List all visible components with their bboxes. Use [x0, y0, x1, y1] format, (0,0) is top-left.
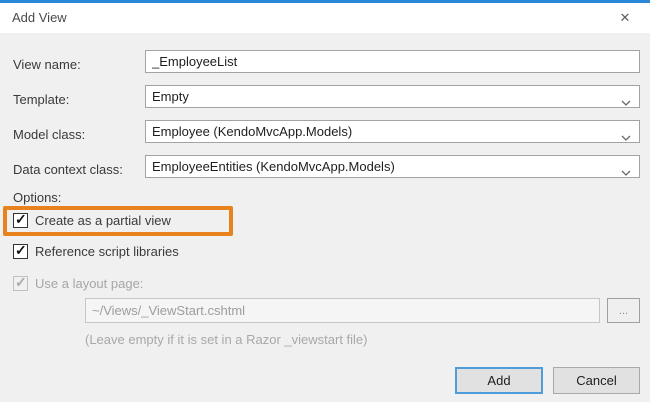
cancel-button-label: Cancel: [576, 373, 616, 388]
view-name-label: View name:: [13, 57, 81, 72]
create-partial-view-checkbox[interactable]: Create as a partial view: [13, 213, 171, 228]
use-layout-page-checkbox: Use a layout page:: [13, 276, 143, 291]
dialog-title: Add View: [12, 10, 67, 25]
reference-script-libraries-checkbox[interactable]: Reference script libraries: [13, 244, 179, 259]
model-class-label: Model class:: [13, 127, 85, 142]
template-selected-value: Empty: [152, 89, 189, 104]
options-label: Options:: [13, 190, 61, 205]
chevron-down-icon: [621, 94, 631, 109]
checkbox-checked-icon: [13, 244, 28, 259]
layout-page-hint: (Leave empty if it is set in a Razor _vi…: [85, 332, 368, 347]
chevron-down-icon: [621, 129, 631, 144]
data-context-class-label: Data context class:: [13, 162, 123, 177]
add-button-label: Add: [487, 373, 510, 388]
browse-button-label: ...: [619, 305, 628, 317]
use-layout-page-label: Use a layout page:: [35, 276, 143, 291]
view-name-input[interactable]: [145, 50, 640, 73]
data-context-class-dropdown[interactable]: EmployeeEntities (KendoMvcApp.Models): [145, 155, 640, 178]
data-context-selected-value: EmployeeEntities (KendoMvcApp.Models): [152, 159, 395, 174]
chevron-down-icon: [621, 164, 631, 179]
titlebar: Add View: [0, 0, 650, 33]
model-class-dropdown[interactable]: Employee (KendoMvcApp.Models): [145, 120, 640, 143]
cancel-button[interactable]: Cancel: [553, 367, 640, 394]
add-view-dialog: Add View View name: Template: Empty Mode…: [0, 0, 650, 402]
close-icon[interactable]: [608, 3, 642, 33]
add-button[interactable]: Add: [455, 367, 543, 394]
checkbox-checked-disabled-icon: [13, 276, 28, 291]
reference-script-libraries-label: Reference script libraries: [35, 244, 179, 259]
create-partial-view-label: Create as a partial view: [35, 213, 171, 228]
layout-page-path-input: [85, 298, 600, 323]
checkbox-checked-icon: [13, 213, 28, 228]
browse-button: ...: [607, 298, 640, 323]
model-class-selected-value: Employee (KendoMvcApp.Models): [152, 124, 352, 139]
template-dropdown[interactable]: Empty: [145, 85, 640, 108]
template-label: Template:: [13, 92, 69, 107]
